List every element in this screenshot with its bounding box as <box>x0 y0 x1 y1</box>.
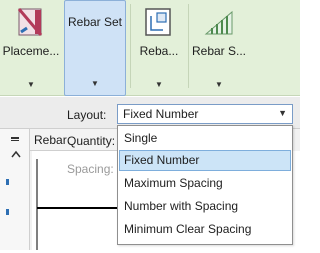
panel-controls <box>6 137 21 215</box>
scroll-up-icon <box>11 150 21 158</box>
dropdown-option-single[interactable]: Single <box>119 128 291 149</box>
spacing-label: Spacing: <box>67 162 114 176</box>
placement-button-label: Placeme... <box>2 44 60 58</box>
layout-dropdown-list: Single Fixed Number Maximum Spacing Numb… <box>117 125 293 245</box>
chevron-down-icon: ▼ <box>27 80 35 89</box>
rebar-set-button[interactable]: Rebar Set ▼ <box>64 0 126 96</box>
option-label: Minimum Clear Spacing <box>124 222 252 236</box>
rebar-button-label: Reba... <box>139 44 179 58</box>
chevron-down-icon: ▼ <box>155 80 163 89</box>
dropdown-option-number-with-spacing[interactable]: Number with Spacing <box>119 196 291 217</box>
option-label: Single <box>124 131 158 145</box>
chevron-down-icon: ▼ <box>91 79 99 88</box>
layout-select-value: Fixed Number <box>123 107 199 121</box>
rebar-button[interactable]: Reba... ▼ <box>132 0 186 96</box>
rebar-placement-icon <box>17 8 43 36</box>
ribbon-separator <box>130 4 131 88</box>
left-panel <box>0 129 30 250</box>
quantity-label: Quantity: <box>67 134 116 148</box>
layout-label: Layout: <box>67 108 107 122</box>
dropdown-option-minimum-clear-spacing[interactable]: Minimum Clear Spacing <box>119 219 291 240</box>
chevron-down-icon: ▼ <box>278 108 287 118</box>
ribbon-panel: Placeme... ▼ Rebar Set ▼ Reba... ▼ Rebar… <box>0 0 300 96</box>
chevron-down-icon: ▼ <box>215 80 223 89</box>
view-tab-label: Rebar <box>34 133 67 147</box>
dropdown-option-fixed-number[interactable]: Fixed Number <box>119 150 291 171</box>
dropdown-option-maximum-spacing[interactable]: Maximum Spacing <box>119 173 291 194</box>
rebar-set-button-label: Rebar Set <box>67 15 123 29</box>
option-label: Number with Spacing <box>124 199 239 213</box>
rebar-shape-button-label: Rebar S... <box>191 44 247 58</box>
ribbon-separator <box>188 4 189 88</box>
option-label: Maximum Spacing <box>124 176 223 190</box>
rebar-icon <box>145 8 171 36</box>
option-label: Fixed Number <box>124 153 200 167</box>
placement-button[interactable]: Placeme... ▼ <box>0 0 62 96</box>
rebar-shape-button[interactable]: Rebar S... ▼ <box>190 0 248 96</box>
rebar-shape-icon <box>204 10 233 35</box>
layout-select[interactable]: Fixed Number ▼ <box>117 104 293 124</box>
collapse-icon <box>11 137 19 139</box>
